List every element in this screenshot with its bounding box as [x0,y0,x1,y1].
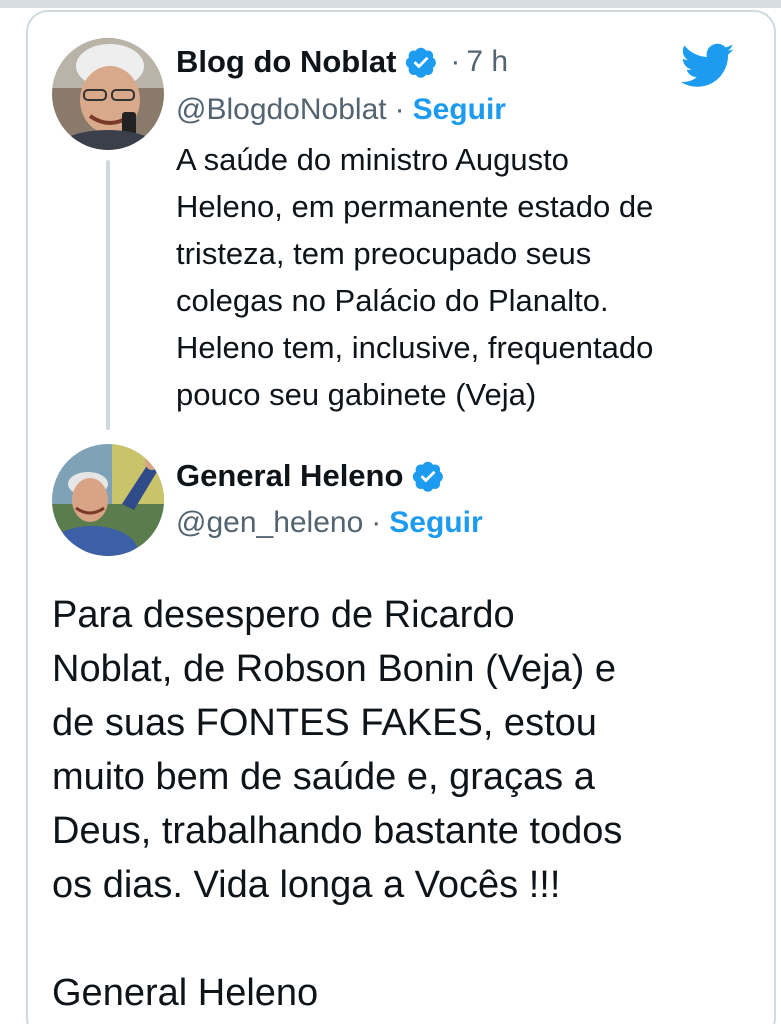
quoted-author-name[interactable]: Blog do Noblat [176,44,396,80]
reply-tweet-text: Para desespero de Ricardo Noblat, de Rob… [52,594,623,1014]
screenshot-frame: Blog do Noblat · 7 h @BlogdoNoblat · Seg… [0,0,781,1024]
thread-connector-line [106,160,110,430]
quoted-author-row: Blog do Noblat · 7 h [176,42,508,82]
quoted-author-handle[interactable]: @BlogdoNoblat [176,93,387,127]
follow-blogdonoblat-button[interactable]: Seguir [413,93,506,127]
quoted-handle-row: @BlogdoNoblat · Seguir [176,90,506,130]
follow-gen-heleno-button[interactable]: Seguir [389,506,482,540]
blog-do-noblat-avatar[interactable] [52,38,164,150]
avatar-photo-icon [52,444,164,556]
verified-badge-icon [411,459,445,493]
reply-author-name[interactable]: General Heleno [176,458,403,494]
reply-handle-row: @gen_heleno · Seguir [176,502,483,544]
twitter-bird-icon[interactable] [681,42,735,90]
reply-author-handle[interactable]: @gen_heleno [176,506,363,540]
quoted-tweet-text: A saúde do ministro Augusto Heleno, em p… [176,142,654,412]
top-divider [0,0,781,8]
general-heleno-avatar[interactable] [52,444,164,556]
reply-author-row: General Heleno [176,454,445,498]
avatar-photo-icon [52,38,164,150]
time-separator: · [450,45,461,78]
verified-badge-icon [404,45,438,79]
handle-separator: · [394,93,405,126]
tweet-timestamp[interactable]: 7 h [466,45,508,79]
handle-separator: · [371,506,382,539]
